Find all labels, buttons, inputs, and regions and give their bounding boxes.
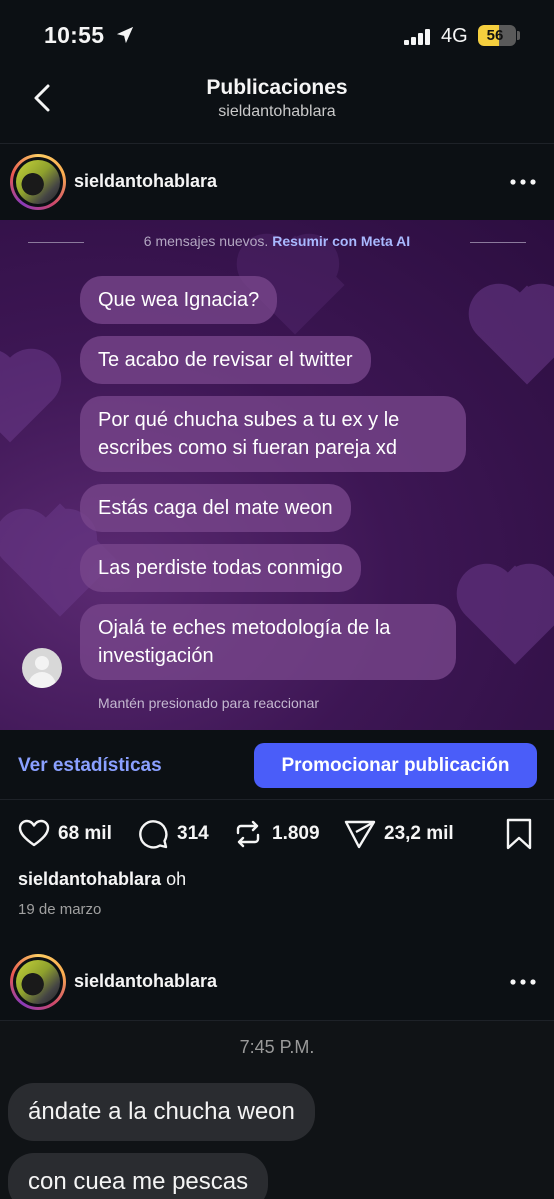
caption-username[interactable]: sieldantohablara — [18, 869, 161, 889]
signal-icon — [404, 29, 430, 45]
post-username[interactable]: sieldantohablara — [74, 971, 217, 992]
avatar-body — [28, 672, 56, 688]
new-messages-count: 6 mensajes nuevos. — [143, 233, 269, 249]
network-label: 4G — [441, 25, 468, 47]
post-date: 19 de marzo — [18, 901, 102, 918]
like-action[interactable]: 68 mil — [18, 818, 112, 850]
send-icon[interactable] — [344, 818, 376, 850]
summarize-meta-ai-link[interactable]: Resumir con Meta AI — [272, 233, 410, 249]
comments-count: 314 — [177, 823, 209, 844]
shares-count: 23,2 mil — [384, 823, 454, 844]
message-bubble[interactable]: ándate a la chucha weon — [8, 1083, 315, 1141]
chat-timestamp: 7:45 P.M. — [239, 1037, 315, 1057]
insights-row: Ver estadísticas Promocionar publicación — [0, 730, 554, 800]
message-bubble[interactable]: Estás caga del mate weon — [80, 484, 351, 532]
status-bar: 10:55 4G 56 — [0, 0, 554, 70]
heart-decoration — [465, 565, 554, 665]
battery-percent: 56 — [486, 27, 504, 44]
post-header: sieldantohablara — [0, 144, 554, 220]
hold-to-react-hint: Mantén presionado para reaccionar — [98, 695, 320, 711]
avatar-image — [16, 160, 60, 204]
likes-count: 68 mil — [58, 823, 112, 844]
post-actions: 68 mil 314 1.809 23,2 mil — [0, 812, 554, 856]
post-header: sieldantohablara — [0, 944, 554, 1020]
location-arrow-icon — [116, 26, 134, 44]
repost-icon[interactable] — [232, 818, 264, 850]
bookmark-icon[interactable] — [504, 818, 534, 850]
battery-tip — [517, 31, 520, 40]
page-subtitle: sieldantohablara — [218, 103, 336, 120]
view-insights-link[interactable]: Ver estadísticas — [18, 755, 162, 777]
nav-header: Publicaciones sieldantohablara — [0, 70, 554, 144]
heart-icon[interactable] — [18, 818, 50, 850]
more-options-icon[interactable] — [508, 170, 538, 194]
heart-decoration — [477, 285, 554, 385]
battery-icon: 56 — [478, 25, 516, 46]
avatar-image — [16, 960, 60, 1004]
share-action[interactable]: 23,2 mil — [344, 818, 454, 850]
message-bubble[interactable]: Las perdiste todas conmigo — [80, 544, 361, 592]
avatar[interactable] — [10, 154, 66, 210]
post-caption: sieldantohablara oh — [18, 869, 186, 890]
avatar-head — [35, 656, 49, 670]
avatar-border — [13, 157, 63, 207]
heart-decoration — [0, 357, 53, 443]
post-image[interactable]: 6 mensajes nuevos. Resumir con Meta AI Q… — [0, 220, 554, 730]
more-options-icon[interactable] — [508, 970, 538, 994]
message-bubble[interactable]: con cuea me pescas — [8, 1153, 269, 1199]
caption-text: oh — [166, 869, 187, 889]
page-title: Publicaciones — [206, 76, 348, 99]
message-bubble[interactable]: Ojalá te eches metodología de la investi… — [80, 604, 456, 680]
message-bubble[interactable]: Que wea Ignacia? — [80, 276, 278, 324]
promote-post-button[interactable]: Promocionar publicación — [254, 743, 537, 788]
status-time: 10:55 — [44, 22, 105, 48]
post-username[interactable]: sieldantohablara — [74, 171, 217, 192]
comment-icon[interactable] — [137, 818, 169, 850]
message-bubble[interactable]: Por qué chucha subes a tu ex y le escrib… — [80, 396, 466, 472]
post-image[interactable]: 7:45 P.M. ándate a la chucha weon con cu… — [0, 1021, 554, 1199]
message-bubble[interactable]: Te acabo de revisar el twitter — [80, 336, 371, 384]
avatar[interactable] — [10, 954, 66, 1010]
comment-action[interactable]: 314 — [137, 818, 209, 850]
avatar-border — [13, 957, 63, 1007]
repost-action[interactable]: 1.809 — [232, 818, 320, 850]
sender-avatar — [22, 648, 62, 688]
reposts-count: 1.809 — [272, 823, 320, 844]
new-messages-banner: 6 mensajes nuevos. Resumir con Meta AI — [0, 233, 554, 249]
